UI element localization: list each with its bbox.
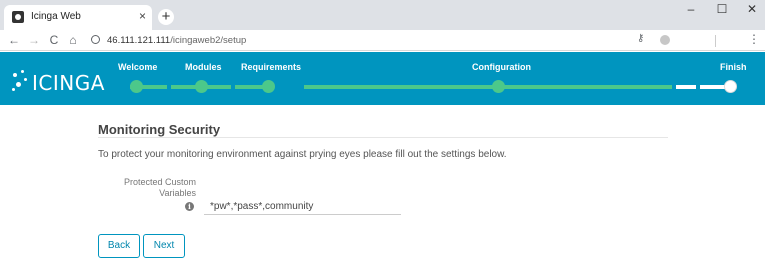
step-requirements-label: Requirements <box>241 62 302 72</box>
step-modules-label: Modules <box>185 62 222 72</box>
setup-header: ICINGA Welcome Modules Requirements Conf… <box>0 52 765 105</box>
toolbar-divider <box>715 35 716 47</box>
icinga-logo-icon <box>12 70 30 92</box>
browser-tab[interactable]: Icinga Web × <box>4 5 152 30</box>
reload-icon[interactable]: C <box>47 33 61 47</box>
step-configuration-dot <box>492 80 505 93</box>
step-welcome-label: Welcome <box>118 62 158 72</box>
intro-text: To protect your monitoring environment a… <box>98 149 507 160</box>
url-host: 46.111.121.111 <box>107 35 171 46</box>
browser-menu-icon[interactable]: ⋮ <box>748 32 760 46</box>
address-bar[interactable]: 46.111.121.111/icingaweb2/setup <box>107 35 246 46</box>
progress-segment-requirements <box>235 85 265 89</box>
key-icon[interactable]: ⚷ <box>637 33 644 44</box>
progress-segment-configuration <box>304 85 672 89</box>
tab-title: Icinga Web <box>31 11 81 22</box>
next-button[interactable]: Next <box>143 234 185 258</box>
close-window-button[interactable]: ✕ <box>742 2 762 16</box>
title-divider <box>98 137 668 138</box>
icinga-favicon-icon <box>12 11 24 23</box>
tab-close-icon[interactable]: × <box>139 9 146 23</box>
info-icon[interactable]: i <box>185 202 194 211</box>
step-finish-dot <box>724 80 737 93</box>
back-button[interactable]: Back <box>98 234 140 258</box>
minimize-button[interactable]: – <box>681 2 701 16</box>
browser-toolbar: ← → C ⌂ 46.111.121.111/icingaweb2/setup … <box>0 30 765 51</box>
protected-vars-input[interactable] <box>204 199 401 215</box>
step-welcome-dot <box>130 80 143 93</box>
site-info-icon[interactable] <box>91 35 100 44</box>
profile-avatar[interactable] <box>660 35 670 45</box>
logo-text: ICINGA <box>32 71 105 95</box>
new-tab-button[interactable]: + <box>158 9 174 25</box>
page-title: Monitoring Security <box>98 122 221 137</box>
step-configuration-label: Configuration <box>472 62 531 72</box>
setup-form: Monitoring Security To protect your moni… <box>0 105 765 275</box>
url-path: /icingaweb2/setup <box>170 35 247 46</box>
step-requirements-dot <box>262 80 275 93</box>
progress-segment-current <box>676 85 696 89</box>
step-finish-label: Finish <box>720 62 747 72</box>
back-arrow-icon[interactable]: ← <box>7 33 21 47</box>
protected-vars-label: Protected Custom Variables <box>123 177 196 198</box>
maximize-button[interactable]: ☐ <box>712 2 732 16</box>
step-modules-dot <box>195 80 208 93</box>
home-icon[interactable]: ⌂ <box>66 33 80 47</box>
browser-tabstrip: Icinga Web × + – ☐ ✕ <box>0 0 765 30</box>
forward-arrow-icon[interactable]: → <box>27 33 41 47</box>
